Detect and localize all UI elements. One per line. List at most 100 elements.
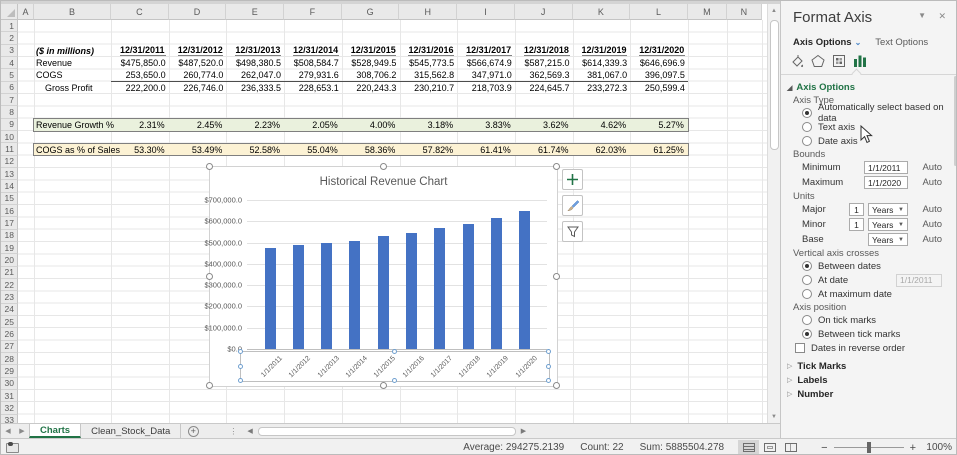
column-header[interactable]: G (342, 4, 400, 20)
hscroll-left-icon[interactable]: ◀ (242, 427, 257, 435)
table-cell[interactable]: 2.45% (168, 120, 226, 130)
axis-selection-handle[interactable] (238, 364, 243, 369)
table-cell[interactable]: 12/31/2013 (226, 45, 284, 56)
table-cell[interactable]: 61.25% (629, 145, 687, 155)
revenue-row[interactable]: Revenue$475,850.0$487,520.0$498,380.5$50… (34, 57, 688, 69)
row-header[interactable]: 21 (1, 267, 18, 279)
page-break-view-button[interactable] (780, 440, 801, 455)
table-cell[interactable]: 2.05% (283, 120, 341, 130)
fill-line-icon[interactable] (789, 53, 805, 69)
chart-bar[interactable] (321, 243, 332, 349)
table-cell[interactable]: 381,067.0 (573, 70, 631, 80)
table-cell[interactable]: $475,850.0 (111, 58, 169, 68)
row-header[interactable]: 8 (1, 106, 18, 118)
table-cell[interactable]: 308,706.2 (342, 70, 400, 80)
column-header[interactable]: A (18, 4, 34, 20)
table-cell[interactable]: 362,569.3 (515, 70, 573, 80)
table-cell[interactable]: 2.23% (225, 120, 283, 130)
sheet-tab-clean-stock-data[interactable]: Clean_Stock_Data (81, 424, 181, 438)
chart-filters-button[interactable] (562, 221, 583, 242)
row-header[interactable]: 9 (1, 119, 18, 131)
column-header[interactable]: J (515, 4, 573, 20)
table-cell[interactable]: 12/31/2016 (399, 45, 457, 56)
chart-bar[interactable] (406, 233, 417, 349)
row-header[interactable]: 33 (1, 415, 18, 424)
zoom-level[interactable]: 100% (922, 442, 957, 453)
radio-between-dates[interactable]: Between dates (802, 259, 957, 273)
table-cell[interactable]: 250,599.4 (630, 83, 688, 93)
column-header[interactable]: D (169, 4, 227, 20)
table-cell[interactable]: $508,584.7 (284, 58, 342, 68)
table-cell[interactable]: $528,949.5 (342, 58, 400, 68)
table-cell[interactable]: 53.30% (110, 145, 168, 155)
column-header[interactable]: L (630, 4, 688, 20)
row-header[interactable]: 6 (1, 82, 18, 94)
row-header[interactable]: 11 (1, 143, 18, 155)
table-cell[interactable]: 12/31/2018 (515, 45, 573, 56)
axis-options-icon[interactable] (852, 53, 868, 69)
row-header[interactable]: 2 (1, 32, 18, 44)
chart-plot-area[interactable]: $0.0$100,000.0$200,000.0$300,000.0$400,0… (247, 200, 547, 349)
table-cell[interactable]: 62.03% (572, 145, 630, 155)
row-header[interactable]: 29 (1, 365, 18, 377)
effects-icon[interactable] (810, 53, 826, 69)
table-cell[interactable]: 315,562.8 (399, 70, 457, 80)
chart-bar[interactable] (519, 211, 530, 349)
radio-auto-select[interactable]: Automatically select based on data (802, 106, 957, 120)
table-cell[interactable]: 3.18% (398, 120, 456, 130)
normal-view-button[interactable] (738, 440, 759, 455)
table-cell[interactable]: 12/31/2019 (573, 45, 631, 56)
row-header[interactable]: 32 (1, 402, 18, 414)
radio-date-axis[interactable]: Date axis (802, 134, 957, 148)
radio-on-tick-marks[interactable]: On tick marks (802, 313, 957, 327)
chart-resize-handle[interactable] (206, 273, 213, 280)
table-cell[interactable]: 396,097.5 (630, 70, 688, 80)
row-header[interactable]: 24 (1, 304, 18, 316)
row-header[interactable]: 16 (1, 205, 18, 217)
row-header[interactable]: 1 (1, 20, 18, 32)
sheet-tab-charts[interactable]: Charts (29, 424, 81, 438)
section-axis-options[interactable]: ◢Axis Options (787, 81, 957, 94)
table-cell[interactable]: $614,339.3 (573, 58, 631, 68)
table-cell[interactable]: 3.62% (514, 120, 572, 130)
base-unit-select[interactable]: Years▼ (868, 233, 908, 246)
tab-scroll-right-icon[interactable]: ▶ (15, 424, 29, 438)
hscroll-right-icon[interactable]: ▶ (516, 427, 531, 435)
row-header[interactable]: 23 (1, 291, 18, 303)
column-header[interactable]: E (226, 4, 284, 20)
chart-resize-handle[interactable] (380, 163, 387, 170)
radio-between-tick-marks[interactable]: Between tick marks (802, 327, 957, 341)
table-cell[interactable]: $545,773.5 (399, 58, 457, 68)
axis-selection-handle[interactable] (238, 349, 243, 354)
table-cell[interactable]: 224,645.7 (515, 83, 573, 93)
row-header[interactable]: 31 (1, 390, 18, 402)
horizontal-scrollbar[interactable]: ⋮ ◀ ▶ (229, 424, 781, 438)
table-cell[interactable]: 230,210.7 (399, 83, 457, 93)
maximum-input[interactable]: 1/1/2020 (864, 176, 908, 189)
table-cell[interactable]: 5.27% (629, 120, 687, 130)
size-properties-icon[interactable] (831, 53, 847, 69)
section-number[interactable]: ▷Number (787, 387, 957, 401)
minimum-input[interactable]: 1/1/2011 (864, 161, 908, 174)
column-header[interactable]: C (111, 4, 169, 20)
row-header[interactable]: 12 (1, 156, 18, 168)
chart-bar[interactable] (491, 218, 502, 349)
radio-at-maximum-date[interactable]: At maximum date (802, 287, 957, 301)
chart-resize-handle[interactable] (553, 382, 560, 389)
column-header[interactable]: H (399, 4, 457, 20)
table-cell[interactable]: 236,333.5 (226, 83, 284, 93)
tab-scroll-left-icon[interactable]: ◀ (1, 424, 15, 438)
row-header[interactable]: 5 (1, 69, 18, 81)
table-cell[interactable]: 58.36% (341, 145, 399, 155)
minor-unit-input[interactable]: 1 (849, 218, 864, 231)
table-cell[interactable]: 52.58% (225, 145, 283, 155)
row-header[interactable]: 10 (1, 131, 18, 143)
table-cell[interactable]: $566,674.9 (457, 58, 515, 68)
row-header[interactable]: 4 (1, 57, 18, 69)
macro-record-icon[interactable] (6, 443, 19, 453)
row-header[interactable]: 17 (1, 217, 18, 229)
table-cell[interactable]: 347,971.0 (457, 70, 515, 80)
table-cell[interactable]: $498,380.5 (226, 58, 284, 68)
row-header[interactable]: 22 (1, 279, 18, 291)
chart-styles-button[interactable] (562, 195, 583, 216)
